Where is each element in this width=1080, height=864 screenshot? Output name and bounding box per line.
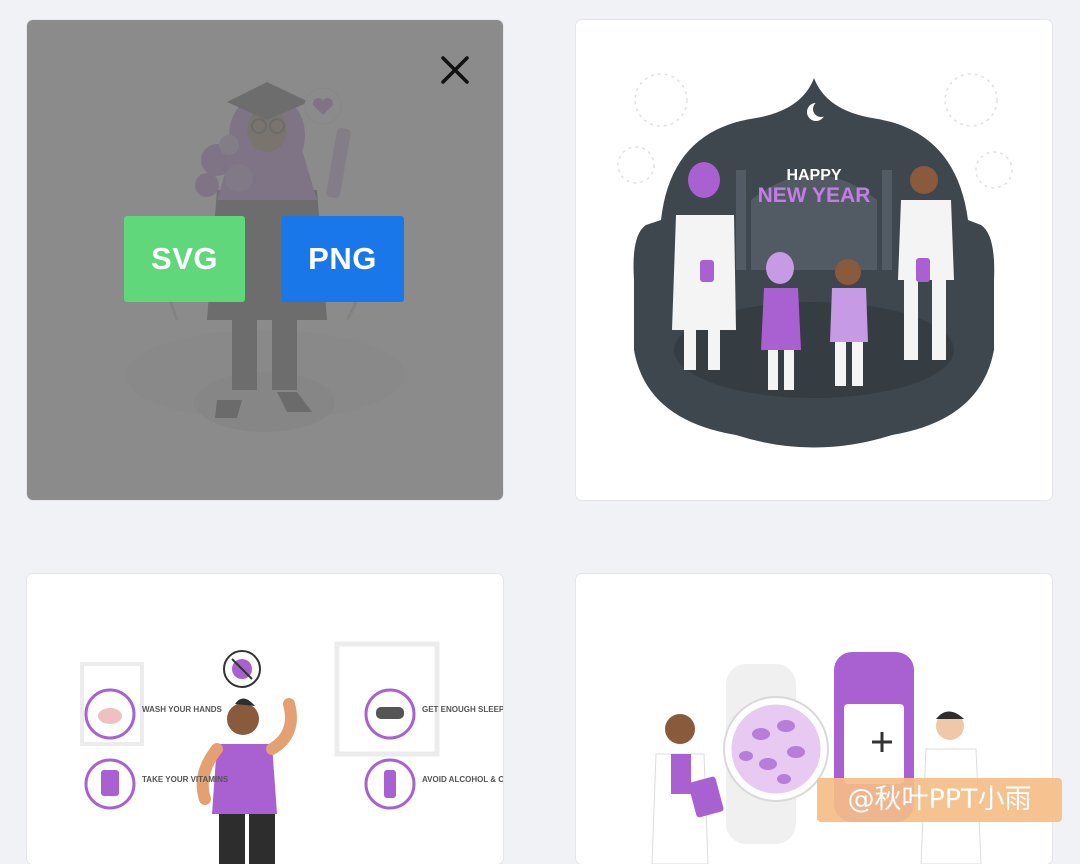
download-overlay: [27, 20, 503, 500]
close-icon: [441, 56, 469, 84]
download-svg-button[interactable]: SVG: [124, 216, 245, 302]
watermark-badge: @秋叶PPT小雨: [817, 778, 1062, 822]
new-year-illustration: HAPPY NEW YEAR: [617, 73, 1013, 448]
tip-label-4: AVOID ALCOHOL & CIGARETTES: [422, 775, 503, 784]
greeting-line2: NEW YEAR: [758, 184, 871, 207]
health-tips-illustration: WASH YOUR HANDS TAKE YOUR VITAMINS GET E…: [80, 641, 503, 864]
tip-label-2: TAKE YOUR VITAMINS: [142, 775, 229, 784]
download-png-button[interactable]: PNG: [281, 216, 404, 302]
tip-label-1: WASH YOUR HANDS: [142, 705, 223, 714]
greeting-line1: HAPPY: [786, 167, 841, 184]
tip-label-3: GET ENOUGH SLEEP: [422, 705, 503, 714]
close-overlay-button[interactable]: [435, 50, 475, 90]
illustration-card-health-tips[interactable]: WASH YOUR HANDS TAKE YOUR VITAMINS GET E…: [27, 574, 503, 864]
illustration-card-new-year[interactable]: HAPPY NEW YEAR: [576, 20, 1052, 500]
illustration-card-graduate[interactable]: SVG PNG: [27, 20, 503, 500]
